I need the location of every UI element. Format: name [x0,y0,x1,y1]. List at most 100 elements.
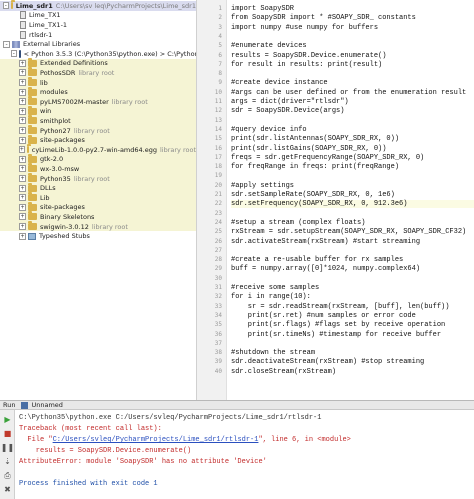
tree-item[interactable]: + Python27 library root [0,125,196,136]
folder-icon [28,153,37,163]
code-line[interactable]: import numpy #use numpy for buffers [231,24,474,32]
code-line[interactable]: from SoapySDR import * #SOAPY_SDR_ const… [231,14,474,22]
expand-icon[interactable]: + [19,59,26,67]
code-line[interactable]: #shutdown the stream [231,349,474,357]
code-line[interactable]: #create a re-usable buffer for rx sample… [231,256,474,264]
line-number: 34 [214,311,222,319]
run-tool-window-header: Run Unnamed [0,400,474,410]
expand-icon[interactable]: + [19,155,26,163]
line-number: 2 [218,14,222,22]
python-file-icon [20,30,26,39]
folder-icon [10,0,15,10]
code-line[interactable]: for result in results: print(result) [231,61,474,69]
code-line[interactable]: for i in range(10): [231,293,474,301]
scroll-icon[interactable]: ⇣ [2,456,13,467]
code-line[interactable]: sr = sdr.readStream(rxStream, [buff], le… [231,303,474,311]
expand-icon[interactable]: + [19,203,26,211]
expand-icon[interactable]: + [19,146,25,154]
expand-icon[interactable]: + [19,232,26,240]
code-line[interactable]: sdr.setSampleRate(SOAPY_SDR_RX, 0, 1e6) [231,191,474,199]
expand-icon[interactable]: + [19,175,26,183]
expand-icon[interactable]: + [19,98,26,106]
code-line[interactable]: rxStream = sdr.setupStream(SOAPY_SDR_RX,… [231,228,474,236]
code-line[interactable]: args = dict(driver="rtlsdr") [231,98,474,106]
console-error-message: AttributeError: module 'SoapySDR' has no… [19,458,267,466]
traceback-file-link[interactable]: C:/Users/svleq/PycharmProjects/Lime_sdr1… [53,436,259,444]
stop-icon[interactable]: ■ [2,428,13,439]
code-line[interactable]: #apply settings [231,182,474,190]
code-line[interactable]: print(sdr.listGains(SOAPY_SDR_RX, 0)) [231,145,474,153]
collapse-icon[interactable]: - [3,2,9,10]
code-line[interactable]: #query device info [231,126,474,134]
code-line[interactable]: results = SoapySDR.Device.enumerate() [231,52,474,60]
line-number: 6 [218,51,222,59]
code-line[interactable]: sdr.activateStream(rxStream) #start stre… [231,238,474,246]
tree-item[interactable]: + lib [0,77,196,88]
collapse-icon[interactable]: - [3,40,10,48]
line-number: 10 [214,88,222,96]
tree-item-label: Lib [40,193,50,202]
line-number: 20 [214,181,222,189]
tree-item-label: win [40,107,52,116]
run-toolbar: ▶ ■ ❚❚ ⇣ ⎙ ✖ [0,410,15,499]
trash-icon[interactable]: ✖ [2,484,13,495]
expand-icon[interactable]: + [19,223,26,231]
expand-icon[interactable]: + [19,117,26,125]
collapse-icon[interactable]: - [11,50,17,58]
tree-item[interactable]: Lime_TX1 [0,11,196,21]
expand-icon[interactable]: + [19,165,26,173]
expand-icon[interactable]: + [19,107,26,115]
tree-item-label: smithplot [40,116,71,125]
code-line[interactable]: sdr.deactivateStream(rxStream) #stop str… [231,358,474,366]
folder-icon [28,201,37,211]
print-icon[interactable]: ⎙ [2,470,13,481]
console-traceback-code: results = SoapySDR.Device.enumerate() [19,447,192,455]
expand-icon[interactable]: + [19,79,26,87]
line-number: 31 [214,284,222,291]
run-console[interactable]: C:\Python35\python.exe C:/Users/svleq/Py… [15,410,474,499]
code-line[interactable]: sdr.closeStream(rxStream) [231,368,474,376]
tree-item[interactable]: - Lime_sdr1 C:\Users\sv leq\PycharmProject… [0,0,196,11]
code-line[interactable]: #args can be user defined or from the en… [231,89,474,97]
folder-icon [28,134,37,144]
tree-item[interactable]: Lime_TX1-1 [0,20,196,30]
code-line[interactable]: print(sr.ret) #num samples or error code [231,312,474,320]
tree-item-label: DLLs [40,184,56,193]
code-line[interactable]: buff = numpy.array([0]*1024, numpy.compl… [231,265,474,273]
code-line[interactable]: sdr = SoapySDR.Device(args) [231,107,474,115]
code-line[interactable]: freqs = sdr.getFrequencyRange(SOAPY_SDR_… [231,154,474,162]
tree-item[interactable]: rtlsdr-1 [0,30,196,40]
code-line[interactable]: #setup a stream (complex floats) [231,219,474,227]
line-number: 13 [214,116,222,124]
line-number: 19 [214,172,222,180]
code-line[interactable]: #create device instance [231,79,474,87]
tree-item[interactable]: + swigwin-3.0.12 library root [0,221,196,232]
code-editor[interactable]: 1 2 3 4 5 6 7 8 9 10 11 12 13 14 15 16 17 18 19 20 21 22 23 24 2… [196,0,474,400]
tree-item-label: External Libraries [23,40,81,49]
code-line[interactable]: print(sr.timeNs) #timestamp for receive … [231,331,474,339]
tree-item[interactable]: + Typeshed Stubs [0,231,196,241]
tree-item-label: Binary Skeletons [40,212,95,221]
code-line[interactable]: sdr.setFrequency(SOAPY_SDR_RX, 0, 912.3e… [231,200,474,209]
tree-item[interactable]: - External Libraries [0,39,196,49]
run-tab-unnamed[interactable]: Unnamed [31,401,62,409]
pause-icon[interactable]: ❚❚ [1,442,14,453]
rerun-icon[interactable]: ▶ [2,414,13,425]
code-line[interactable]: print(sr.flags) #flags set by receive op… [231,321,474,329]
code-line[interactable]: #receive some samples [231,284,474,292]
expand-icon[interactable]: + [19,127,26,135]
expand-icon[interactable]: + [19,136,26,144]
run-label: Run [3,401,16,409]
code-line[interactable]: import SoapySDR [231,5,474,13]
expand-icon[interactable]: + [19,194,26,202]
tree-item-label: lib [40,78,48,87]
expand-icon[interactable]: + [19,213,26,221]
code-line[interactable]: for freqRange in freqs: print(freqRange) [231,163,474,171]
tree-item[interactable]: + Python35 library root [0,173,196,184]
expand-icon[interactable]: + [19,88,26,96]
code-line[interactable]: print(sdr.listAntennas(SOAPY_SDR_RX, 0)) [231,135,474,143]
code-line[interactable]: #enumerate devices [231,42,474,50]
expand-icon[interactable]: + [19,184,26,192]
expand-icon[interactable]: + [19,69,26,77]
code-area[interactable]: import SoapySDR from SoapySDR import * #S… [231,0,474,400]
